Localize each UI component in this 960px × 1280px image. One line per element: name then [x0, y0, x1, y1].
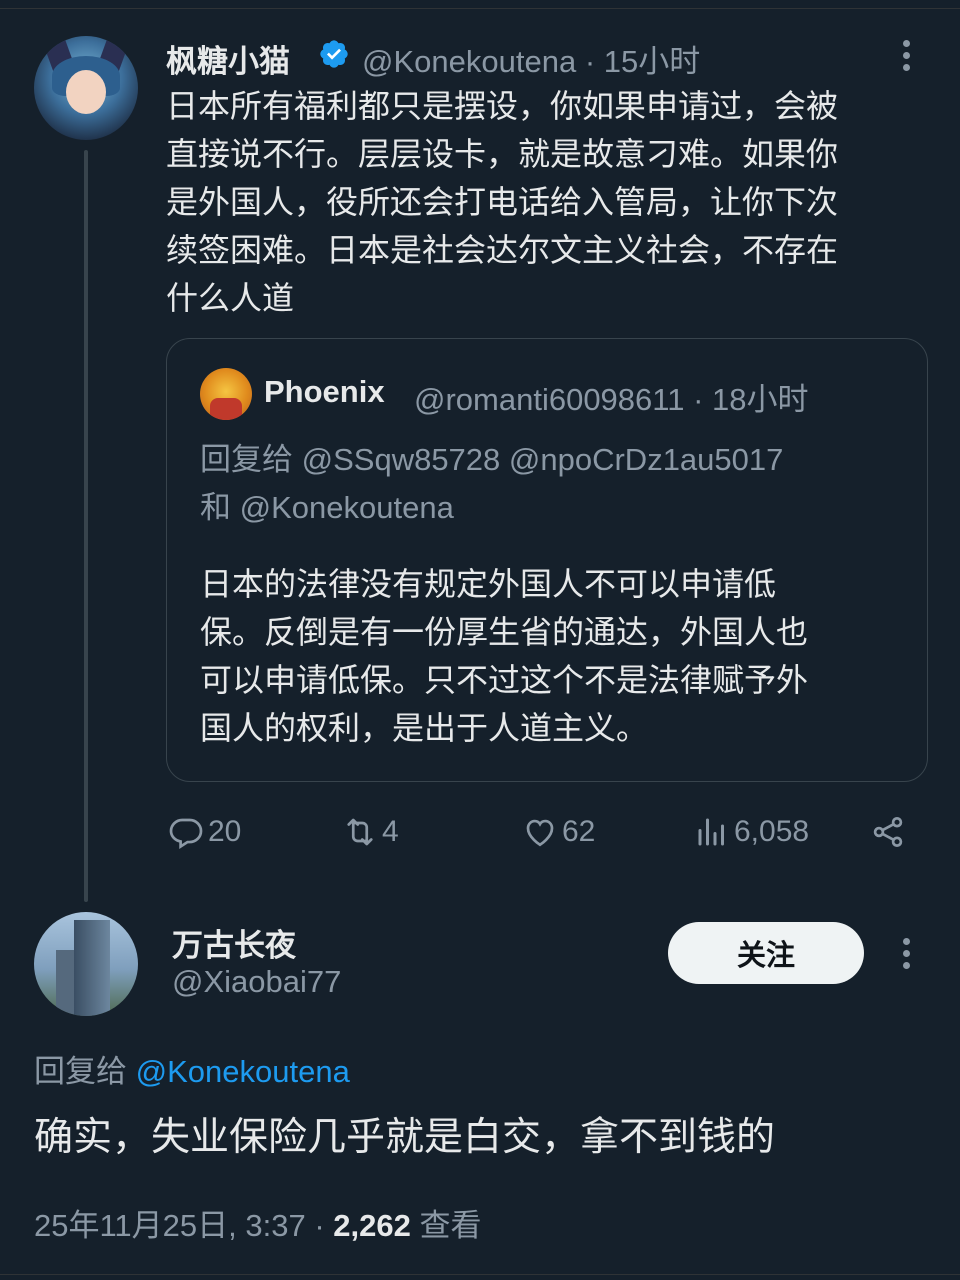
quoted-text-line: 日本的法律没有规定外国人不可以申请低: [200, 566, 777, 602]
reply-count: 20: [208, 815, 242, 848]
quoted-author-meta: @romanti60098611 · 18小时: [414, 374, 809, 419]
tweet-text-line: 什么人道: [166, 280, 295, 316]
quoted-text-line: 可以申请低保。只不过这个不是法律赋予外: [200, 662, 809, 698]
comment-icon: [169, 818, 203, 850]
bottom-divider: [0, 1274, 960, 1275]
more-dots-icon[interactable]: [900, 40, 912, 76]
tweet-action-bar: 20 4 62 6,058: [0, 808, 960, 856]
verified-badge-icon: [320, 40, 348, 68]
reply-author-avatar[interactable]: [34, 912, 138, 1016]
quoted-text-line: 国人的权利，是出于人道主义。: [200, 710, 649, 746]
meta-separator: ·: [693, 382, 704, 417]
tweet-text-line: 是外国人，役所还会打电话给入管局，让你下次: [166, 184, 839, 220]
retweet-button[interactable]: 4: [342, 808, 399, 856]
view-count: 6,058: [734, 815, 810, 848]
top-divider: [0, 8, 960, 9]
reply-to-prefix: 回复给: [200, 442, 293, 477]
reply-author-name[interactable]: 万古长夜: [172, 920, 296, 965]
retweet-count: 4: [382, 815, 399, 848]
quoted-reply-to-line-2: 和 @Konekoutena: [200, 482, 454, 527]
thread-connector-line: [84, 150, 88, 902]
author-avatar[interactable]: [34, 36, 138, 140]
reply-text: 确实，失业保险几乎就是白交，拿不到钱的: [34, 1116, 776, 1159]
reply-to-line: 回复给 @Konekoutena: [34, 1046, 350, 1091]
reply-timestamp[interactable]: 25年11月25日, 3:37: [34, 1208, 306, 1243]
heart-icon: [526, 819, 554, 847]
quoted-author-handle[interactable]: @romanti60098611: [414, 382, 684, 417]
reply-to-mention[interactable]: @npoCrDz1au5017: [509, 442, 783, 477]
tweet-text-line: 日本所有福利都只是摆设，你如果申请过，会被: [166, 88, 839, 124]
quoted-author-name[interactable]: Phoenix: [264, 374, 385, 410]
quoted-author-avatar[interactable]: [200, 368, 252, 420]
like-count: 62: [562, 815, 596, 848]
reply-views-label: 查看: [419, 1208, 482, 1243]
retweet-icon: [347, 818, 373, 846]
share-button[interactable]: [870, 808, 910, 856]
meta-separator: ·: [314, 1208, 325, 1243]
author-meta: @Konekoutena · 15小时: [362, 36, 700, 81]
views-button[interactable]: 6,058: [694, 808, 809, 856]
reply-to-mention[interactable]: @Konekoutena: [136, 1054, 350, 1089]
author-handle[interactable]: @Konekoutena: [362, 44, 576, 79]
share-icon: [873, 817, 903, 847]
quoted-text-line: 保。反倒是有一份厚生省的通达，外国人也: [200, 614, 809, 650]
meta-separator: ·: [584, 44, 596, 79]
follow-button[interactable]: 关注: [668, 922, 864, 984]
reply-view-count: 2,262: [333, 1208, 411, 1243]
tweet-text: 日本所有福利都只是摆设，你如果申请过，会被 直接说不行。层层设卡，就是故意刁难。…: [166, 82, 838, 322]
reply-to-mention[interactable]: @Konekoutena: [240, 490, 454, 525]
more-dots-icon[interactable]: [900, 938, 912, 974]
reply-to-mention[interactable]: @SSqw85728: [302, 442, 501, 477]
quoted-tweet-time[interactable]: 18小时: [712, 382, 808, 417]
analytics-icon: [698, 818, 724, 846]
quoted-tweet-text: 日本的法律没有规定外国人不可以申请低 保。反倒是有一份厚生省的通达，外国人也 可…: [200, 560, 808, 752]
reply-to-and: 和: [200, 490, 231, 525]
reply-meta: 25年11月25日, 3:37 · 2,262 查看: [34, 1200, 482, 1245]
reply-button[interactable]: 20: [168, 808, 241, 856]
tweet-text-line: 直接说不行。层层设卡，就是故意刁难。如果你: [166, 136, 839, 172]
reply-author-handle[interactable]: @Xiaobai77: [172, 964, 341, 1000]
like-button[interactable]: 62: [522, 808, 595, 856]
author-name[interactable]: 枫糖小猫: [166, 36, 290, 81]
tweet-time[interactable]: 15小时: [604, 44, 700, 79]
tweet-text-line: 续签困难。日本是社会达尔文主义社会，不存在: [166, 232, 839, 268]
quoted-reply-to-line-1: 回复给 @SSqw85728 @npoCrDz1au5017: [200, 434, 783, 479]
reply-to-prefix: 回复给: [34, 1054, 127, 1089]
